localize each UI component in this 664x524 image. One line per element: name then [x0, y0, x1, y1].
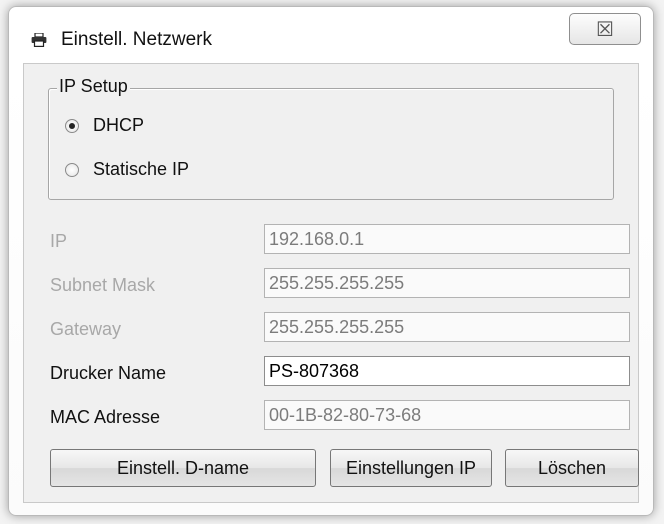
static-ip-radio[interactable]	[65, 162, 79, 177]
ip-setup-legend: IP Setup	[57, 76, 130, 97]
close-icon: ☒	[596, 18, 614, 41]
dhcp-label: DHCP	[93, 115, 145, 135]
gateway-field[interactable]: 255.255.255.255	[264, 312, 630, 342]
subnet-mask-field[interactable]: 255.255.255.255	[264, 268, 630, 298]
ip-field[interactable]: 192.168.0.1	[264, 224, 630, 254]
delete-button[interactable]: Löschen	[505, 449, 639, 487]
network-settings-dialog: Einstell. Netzwerk ☒ IP Setup DHCP Stati…	[8, 6, 654, 516]
dhcp-option[interactable]: DHCP	[65, 115, 144, 136]
set-ip-button[interactable]: Einstellungen IP	[330, 449, 492, 487]
ip-label: IP	[50, 231, 68, 251]
window-title: Einstell. Netzwerk	[61, 29, 212, 50]
static-ip-option[interactable]: Statische IP	[65, 159, 189, 180]
close-button[interactable]: ☒	[569, 13, 641, 45]
ip-setup-group: IP Setup DHCP Statische IP	[48, 76, 614, 200]
printer-name-label: Drucker Name	[50, 363, 167, 383]
printer-icon	[31, 33, 47, 47]
subnet-mask-label: Subnet Mask	[50, 275, 156, 295]
mac-address-label: MAC Adresse	[50, 407, 161, 427]
set-dname-button[interactable]: Einstell. D-name	[50, 449, 316, 487]
printer-name-field[interactable]: PS-807368	[264, 356, 630, 386]
title-bar: Einstell. Netzwerk ☒	[9, 7, 653, 69]
static-ip-label: Statische IP	[93, 159, 190, 179]
dhcp-radio[interactable]	[65, 118, 79, 133]
gateway-label: Gateway	[50, 319, 122, 339]
mac-address-field[interactable]: 00-1B-82-80-73-68	[264, 400, 630, 430]
dialog-body: IP Setup DHCP Statische IP IP 192.168.0.…	[23, 63, 639, 503]
